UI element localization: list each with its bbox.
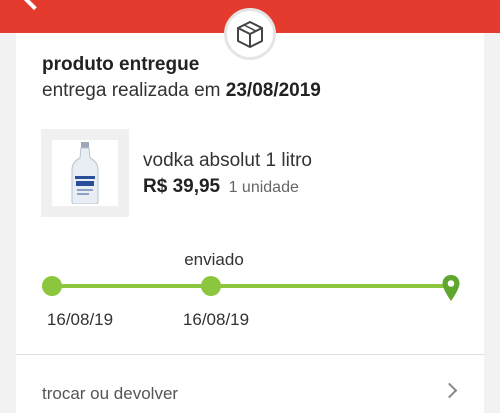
box-icon: [224, 8, 276, 60]
product-quantity: 1 unidade: [228, 179, 299, 196]
chevron-left-icon[interactable]: [19, 0, 49, 11]
chevron-right-icon: [441, 382, 458, 399]
vodka-bottle-image: [71, 142, 99, 204]
tracking-step-date: 16/08/19: [46, 310, 114, 329]
tracking-progress-line: [52, 284, 451, 288]
product-name: vodka absolut 1 litro: [143, 150, 312, 171]
tracking-step-date: 16/08/19: [182, 310, 250, 329]
price-row: R$ 39,95 1 unidade: [143, 176, 299, 198]
tracking-step-label: enviado: [184, 250, 244, 269]
product-thumbnail[interactable]: [41, 129, 129, 217]
tracking-step-dot: [42, 276, 62, 296]
exchange-or-return-label: trocar ou devolver: [42, 384, 179, 403]
exchange-or-return-row[interactable]: trocar ou devolver: [16, 355, 484, 407]
delivery-info: entrega realizada em 23/08/2019: [42, 80, 321, 102]
delivery-date: 23/08/2019: [225, 80, 321, 101]
product-price: R$ 39,95: [143, 176, 221, 197]
delivery-prefix: entrega realizada em: [42, 80, 221, 101]
tracking-step-dot: [201, 276, 221, 296]
location-pin-icon: [442, 275, 460, 301]
order-status-title: produto entregue: [42, 54, 200, 75]
